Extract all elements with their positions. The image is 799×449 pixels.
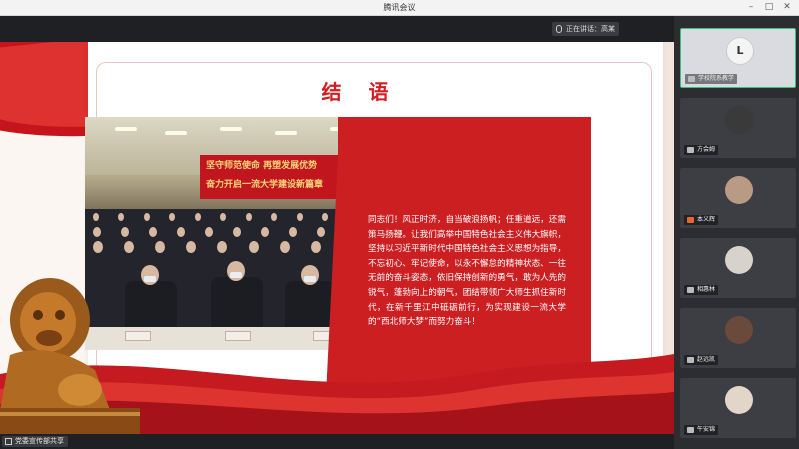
- participant-tile[interactable]: 相惠林: [680, 238, 796, 298]
- audience-head: [205, 227, 213, 237]
- participant-tile[interactable]: 午安锦: [680, 378, 796, 438]
- avatar: [725, 106, 753, 134]
- audience-head: [121, 227, 129, 237]
- meeting-window: 腾讯会议 – □ ✕ 正在讲话：高某 结 语 坚守师范使命 再塑发展优势 奋力开…: [0, 0, 799, 449]
- avatar: [725, 246, 753, 274]
- audience-head: [169, 213, 176, 221]
- audience-head: [217, 241, 228, 253]
- audience-head: [279, 241, 290, 253]
- avatar: [725, 316, 753, 344]
- participant-name-tag: 方会姆: [684, 145, 719, 155]
- audience-head: [220, 213, 227, 221]
- face-mask: [230, 272, 242, 278]
- speaking-indicator: 正在讲话：高某: [552, 22, 619, 36]
- audience-head: [296, 213, 303, 221]
- participant-tile[interactable]: 方会姆: [680, 98, 796, 158]
- front-row-head: [301, 265, 319, 285]
- participant-name: 本义辉: [697, 216, 716, 223]
- avatar: [725, 176, 753, 204]
- participant-name: 方会姆: [697, 146, 716, 153]
- audience-head: [245, 213, 252, 221]
- audience-head: [289, 227, 297, 237]
- participant-sidebar: L 学校院系教学 方会姆本义辉相惠林赵远凯午安锦: [674, 16, 799, 449]
- audience-head: [149, 227, 157, 237]
- participant-tile[interactable]: 本义辉: [680, 168, 796, 228]
- audience-head: [93, 227, 101, 237]
- slide-body-text: 同志们！风正时济，自当破浪扬帆；任重道远，还需策马扬鞭。让我们高举中国特色社会主…: [368, 215, 566, 328]
- participant-name-tag: 相惠林: [684, 285, 719, 295]
- bottom-bar: [0, 434, 674, 449]
- audience-head: [155, 241, 166, 253]
- participant-name: 午安锦: [697, 426, 716, 433]
- screen-share-label: 党委宣传部共享: [15, 437, 64, 445]
- maximize-icon[interactable]: □: [762, 1, 776, 14]
- avatar: L: [726, 37, 754, 65]
- audience-head: [143, 213, 150, 221]
- audience-head: [261, 227, 269, 237]
- audience-head: [93, 241, 103, 253]
- screen-share-badge[interactable]: 党委宣传部共享: [2, 436, 68, 447]
- face-mask: [144, 276, 156, 282]
- screen-share-icon: [5, 438, 12, 445]
- participant-name-tag: 本义辉: [684, 215, 719, 225]
- participant-tile[interactable]: 赵远凯: [680, 308, 796, 368]
- front-row-head: [141, 265, 159, 285]
- close-icon[interactable]: ✕: [780, 1, 794, 14]
- participant-name: 学校院系教学: [698, 75, 735, 82]
- microphone-icon: [687, 147, 694, 153]
- face-mask: [304, 276, 316, 282]
- microphone-icon: [688, 76, 695, 82]
- minimize-icon[interactable]: –: [744, 1, 758, 14]
- participant-name: 赵远凯: [697, 356, 716, 363]
- audience-head: [177, 227, 185, 237]
- window-title: 腾讯会议: [383, 3, 416, 12]
- microphone-icon: [687, 357, 694, 363]
- participant-name: 相惠林: [697, 286, 716, 293]
- participant-name-tag: 学校院系教学: [685, 74, 738, 84]
- audience-head: [248, 241, 259, 253]
- shared-slide: 结 语 坚守师范使命 再塑发展优势 奋力开启一流大学建设新篇章 同志们！风正时济…: [0, 42, 674, 434]
- audience-head: [186, 241, 197, 253]
- audience-head: [194, 213, 201, 221]
- front-row-head: [227, 261, 245, 281]
- audience-head: [233, 227, 241, 237]
- participant-name-tag: 赵远凯: [684, 355, 719, 365]
- audience-head: [93, 213, 99, 221]
- title-bar: 腾讯会议 – □ ✕: [0, 0, 799, 16]
- audience-head: [271, 213, 278, 221]
- participant-name-tag: 午安锦: [684, 425, 719, 435]
- lion-statue-image: [0, 278, 140, 434]
- avatar: [725, 386, 753, 414]
- audience-head: [317, 227, 325, 237]
- microphone-icon: [556, 25, 562, 33]
- audience-head: [310, 241, 321, 253]
- participant-tile[interactable]: L 学校院系教学: [680, 28, 796, 88]
- audience-head: [118, 213, 125, 221]
- avatar-initial: L: [736, 44, 744, 57]
- microphone-icon: [687, 427, 694, 433]
- microphone-muted-icon: [687, 217, 694, 223]
- slide-heading: 结 语: [321, 80, 399, 104]
- audience-head: [124, 241, 135, 253]
- speaking-indicator-label: 正在讲话：高某: [566, 25, 615, 33]
- microphone-icon: [687, 287, 694, 293]
